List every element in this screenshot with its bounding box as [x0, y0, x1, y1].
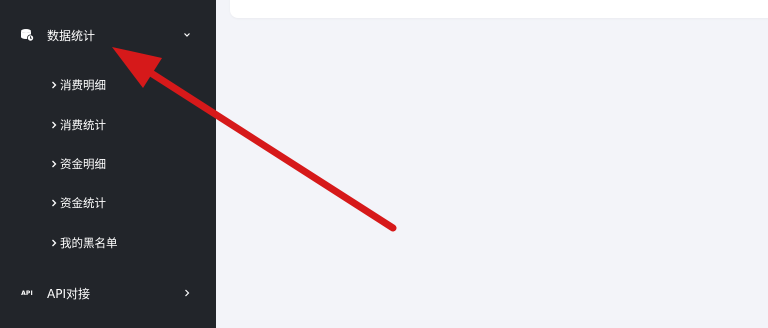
sidebar-item-label: 消费统计	[60, 118, 106, 132]
chevron-right-icon	[51, 160, 57, 168]
sidebar: 数据统计 消费明细 消费统计 资金明细 资金统计 我的黑名单 API API对接	[0, 0, 216, 328]
sidebar-item-label: 消费明细	[60, 78, 106, 92]
api-icon: API	[19, 285, 35, 301]
database-stats-icon	[19, 27, 35, 43]
sidebar-item-label: 资金统计	[60, 196, 106, 210]
chevron-right-icon	[51, 239, 57, 247]
sidebar-item-fund-detail[interactable]: 资金明细	[0, 149, 216, 179]
api-icon-text: API	[21, 289, 33, 297]
menu-group-label: 数据统计	[47, 28, 96, 43]
chevron-right-icon	[183, 289, 191, 297]
sidebar-item-my-blacklist[interactable]: 我的黑名单	[0, 228, 216, 258]
sidebar-item-consumption-detail[interactable]: 消费明细	[0, 70, 216, 100]
menu-group-label: API对接	[47, 286, 90, 301]
chevron-right-icon	[51, 81, 57, 89]
chevron-right-icon	[51, 199, 57, 207]
content-header-card	[230, 0, 768, 18]
chevron-right-icon	[51, 121, 57, 129]
chevron-down-icon	[183, 31, 191, 39]
sidebar-item-label: 我的黑名单	[60, 236, 118, 250]
menu-group-api[interactable]: API API对接	[0, 275, 216, 311]
sidebar-item-fund-stats[interactable]: 资金统计	[0, 188, 216, 218]
menu-group-data-statistics[interactable]: 数据统计	[0, 17, 216, 53]
sidebar-item-consumption-stats[interactable]: 消费统计	[0, 110, 216, 140]
sidebar-item-label: 资金明细	[60, 157, 106, 171]
